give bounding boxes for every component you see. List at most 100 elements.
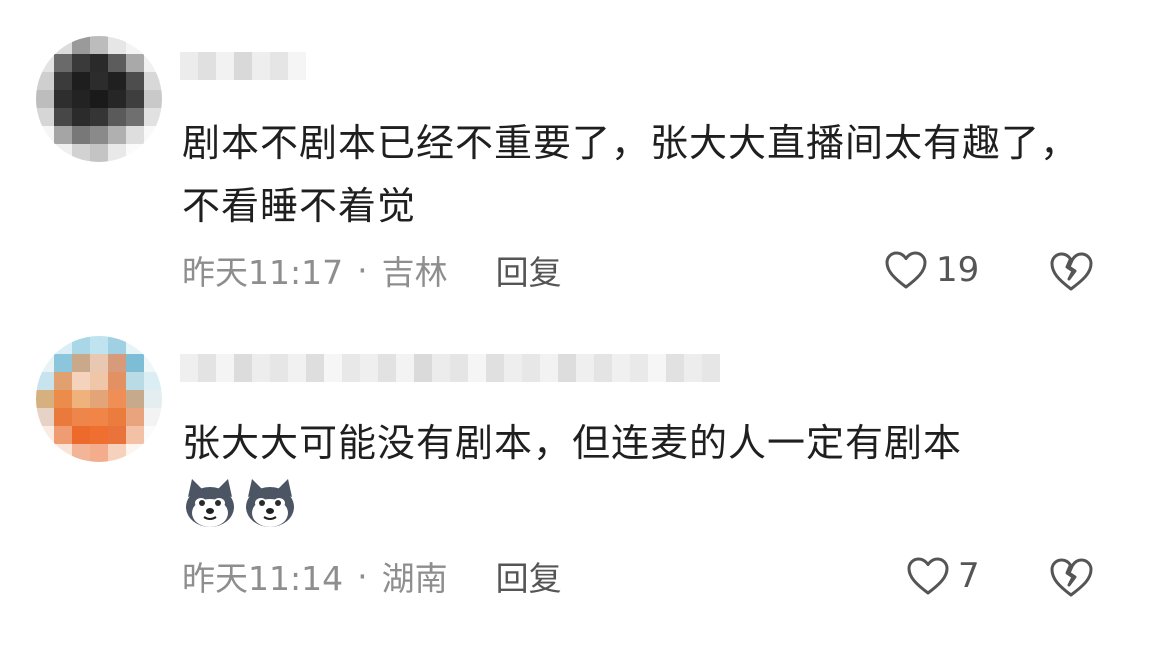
- avatar-pixel: [108, 108, 126, 126]
- avatar-pixel: [36, 354, 54, 372]
- username-pixel: [378, 354, 396, 382]
- reply-button[interactable]: 回复: [496, 246, 562, 294]
- avatar-pixel: [36, 444, 54, 462]
- comment-time: 昨天11:14: [182, 559, 344, 598]
- avatar-pixel: [126, 336, 144, 354]
- avatar-pixel: [72, 144, 90, 162]
- user-avatar[interactable]: [36, 36, 162, 162]
- avatar-pixel: [126, 36, 144, 54]
- username-pixel: [414, 354, 432, 382]
- avatar-pixel: [90, 354, 108, 372]
- avatar-pixel: [90, 408, 108, 426]
- avatar-pixel: [90, 90, 108, 108]
- dog-face-emoji: [246, 479, 294, 527]
- avatar-pixel: [144, 444, 162, 462]
- username-pixel: [648, 354, 666, 382]
- username-pixel: [288, 354, 306, 382]
- avatar-pixel: [54, 336, 72, 354]
- username-pixel: [216, 354, 234, 382]
- avatar-pixel: [108, 126, 126, 144]
- avatar-pixel: [36, 72, 54, 90]
- username-pixel: [684, 354, 702, 382]
- avatar-pixel: [72, 444, 90, 462]
- username-pixel: [288, 52, 306, 80]
- avatar-pixel: [90, 372, 108, 390]
- avatar-pixel: [108, 390, 126, 408]
- avatar-pixel: [54, 408, 72, 426]
- comment-meta: 昨天11:17 · 吉林 回复: [182, 250, 562, 293]
- username-pixel: [594, 354, 612, 382]
- avatar-pixel: [144, 354, 162, 372]
- comment-meta: 昨天11:14 · 湖南 回复: [182, 556, 562, 599]
- avatar-pixel: [108, 426, 126, 444]
- user-avatar[interactable]: [36, 336, 162, 462]
- avatar-pixel: [126, 444, 144, 462]
- avatar-pixel: [72, 72, 90, 90]
- avatar-pixel: [144, 108, 162, 126]
- avatar-pixel: [144, 54, 162, 72]
- avatar-pixel: [90, 390, 108, 408]
- avatar-pixel: [72, 408, 90, 426]
- avatar-pixel: [36, 90, 54, 108]
- avatar-pixel: [90, 108, 108, 126]
- like-button[interactable]: 7: [906, 554, 980, 598]
- avatar-pixel: [54, 426, 72, 444]
- avatar-pixel: [108, 354, 126, 372]
- username-pixel: [360, 354, 378, 382]
- username-blurred[interactable]: [180, 354, 720, 382]
- username-pixel: [450, 354, 468, 382]
- avatar-pixel: [72, 54, 90, 72]
- avatar-pixel: [36, 426, 54, 444]
- avatar-pixel: [126, 372, 144, 390]
- avatar-pixel: [108, 372, 126, 390]
- dislike-button[interactable]: [1048, 556, 1094, 600]
- avatar-pixel: [54, 108, 72, 126]
- avatar-pixel: [144, 90, 162, 108]
- avatar-pixel: [90, 72, 108, 90]
- username-pixel: [576, 354, 594, 382]
- avatar-pixel: [54, 54, 72, 72]
- comment-text: 剧本不剧本已经不重要了，张大大直播间太有趣了，不看睡不着觉: [182, 121, 1080, 228]
- avatar-pixel: [144, 426, 162, 444]
- username-blurred[interactable]: [180, 52, 306, 80]
- username-pixel: [180, 52, 198, 80]
- avatar-pixel: [36, 108, 54, 126]
- avatar-pixel: [126, 108, 144, 126]
- username-pixel: [234, 354, 252, 382]
- avatar-pixel: [54, 444, 72, 462]
- username-pixel: [396, 354, 414, 382]
- username-pixel: [540, 354, 558, 382]
- avatar-pixel: [144, 144, 162, 162]
- avatar-pixel: [72, 126, 90, 144]
- dog-face-emoji: [186, 479, 234, 527]
- avatar-pixel: [72, 36, 90, 54]
- avatar-pixel: [36, 390, 54, 408]
- avatar-pixel: [144, 372, 162, 390]
- heart-outline-icon: [907, 557, 949, 595]
- comment-location: 吉林: [381, 253, 448, 292]
- avatar-pixel: [54, 90, 72, 108]
- avatar-pixel: [108, 90, 126, 108]
- avatar-pixel: [126, 144, 144, 162]
- avatar-pixel: [108, 144, 126, 162]
- username-pixel: [198, 52, 216, 80]
- username-pixel: [342, 354, 360, 382]
- avatar-pixel: [72, 372, 90, 390]
- separator-dot: ·: [357, 250, 368, 290]
- username-pixel: [216, 52, 234, 80]
- avatar-pixel: [126, 90, 144, 108]
- username-pixel: [486, 354, 504, 382]
- avatar-pixel: [144, 72, 162, 90]
- like-button[interactable]: 19: [884, 248, 979, 292]
- heart-outline-icon: [885, 251, 927, 289]
- username-pixel: [630, 354, 648, 382]
- dislike-button[interactable]: [1048, 250, 1094, 294]
- avatar-pixel: [72, 336, 90, 354]
- avatar-pixel: [36, 36, 54, 54]
- avatar-pixel: [108, 54, 126, 72]
- avatar-pixel: [36, 336, 54, 354]
- avatar-pixel: [108, 36, 126, 54]
- avatar-pixel: [54, 126, 72, 144]
- username-pixel: [468, 354, 486, 382]
- reply-button[interactable]: 回复: [496, 552, 562, 600]
